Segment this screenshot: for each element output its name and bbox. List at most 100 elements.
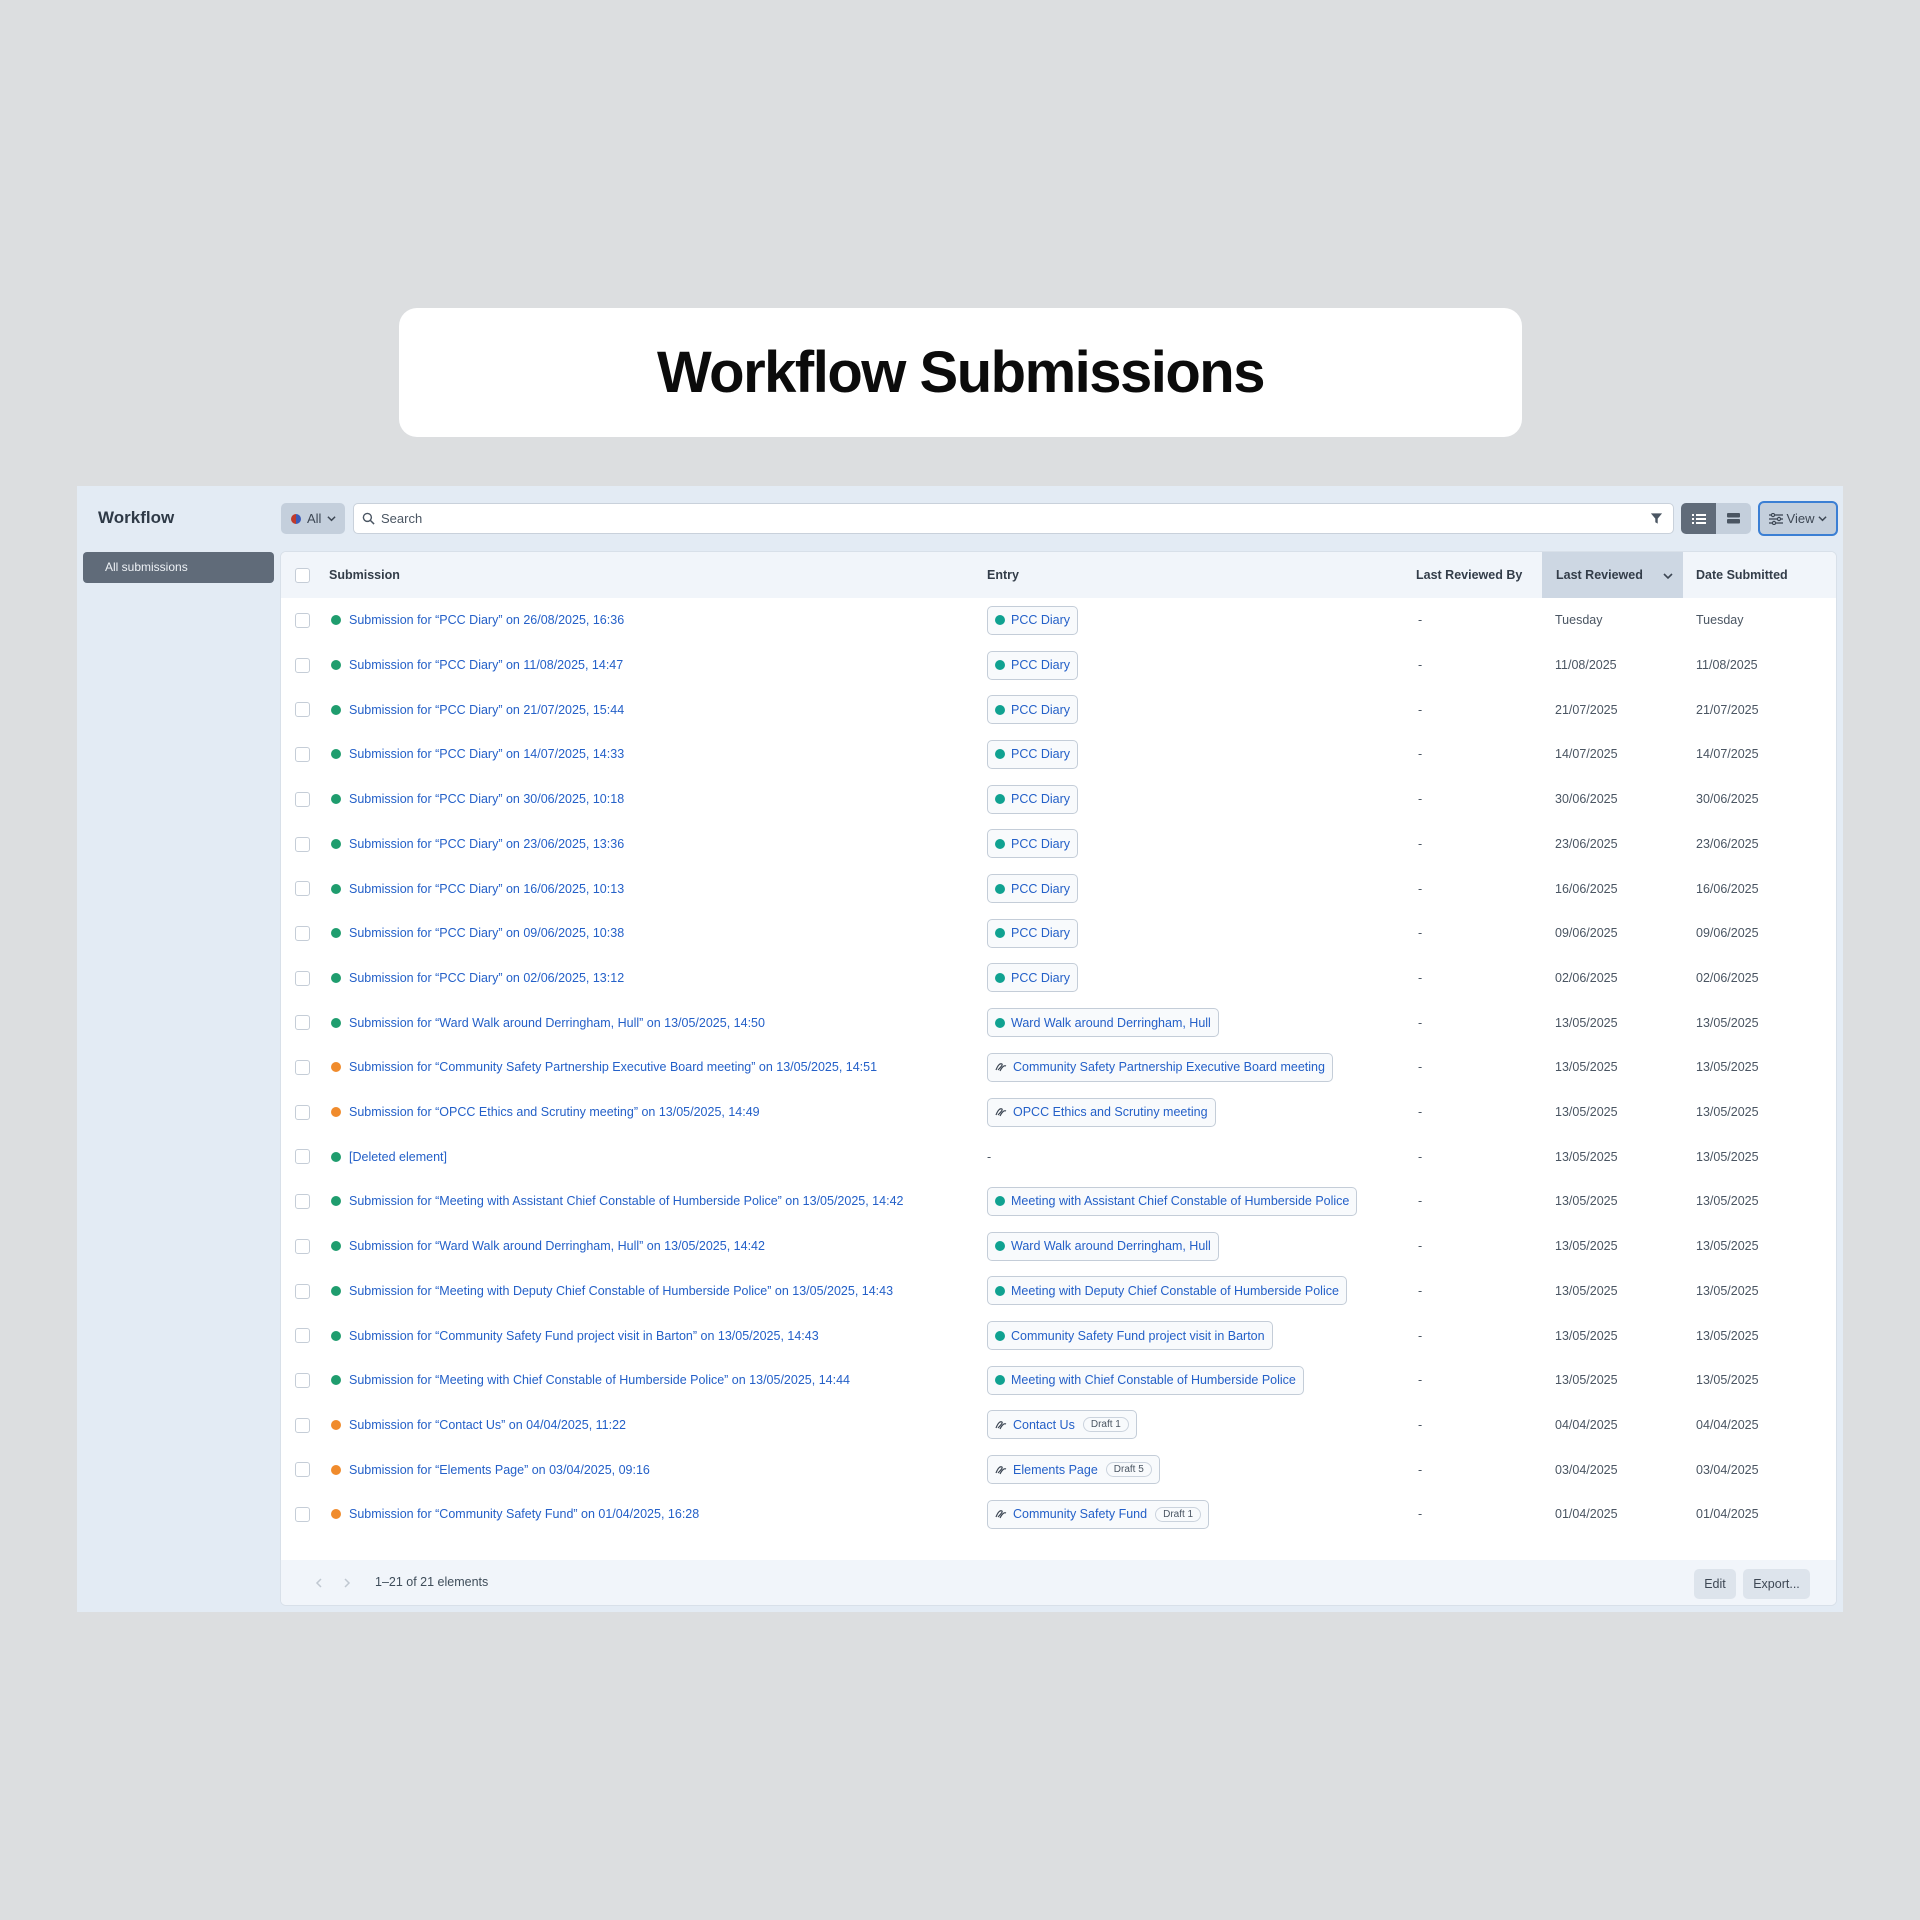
row-checkbox[interactable] bbox=[295, 970, 310, 986]
row-checkbox[interactable] bbox=[295, 1328, 310, 1344]
table-row[interactable]: Submission for “Community Safety Partner… bbox=[281, 1045, 1836, 1090]
submission-link[interactable]: Submission for “PCC Diary” on 23/06/2025… bbox=[349, 837, 624, 851]
entry-chip[interactable]: Ward Walk around Derringham, Hull bbox=[987, 1231, 1219, 1261]
table-row[interactable]: Submission for “Ward Walk around Derring… bbox=[281, 1224, 1836, 1269]
table-row[interactable]: Submission for “PCC Diary” on 30/06/2025… bbox=[281, 777, 1836, 822]
row-checkbox[interactable] bbox=[295, 657, 310, 673]
table-row[interactable]: Submission for “PCC Diary” on 02/06/2025… bbox=[281, 956, 1836, 1001]
table-view-button[interactable] bbox=[1716, 503, 1751, 534]
row-checkbox[interactable] bbox=[295, 1507, 310, 1522]
chevron-left-icon[interactable] bbox=[315, 1577, 323, 1588]
view-options-button[interactable]: View bbox=[1758, 501, 1838, 536]
column-header-last-reviewed-by[interactable]: Last Reviewed By bbox=[1416, 552, 1522, 598]
entry-chip[interactable]: Ward Walk around Derringham, Hull bbox=[987, 1008, 1219, 1038]
entry-chip[interactable]: Community Safety Partnership Executive B… bbox=[987, 1052, 1333, 1082]
table-row[interactable]: Submission for “Meeting with Deputy Chie… bbox=[281, 1269, 1836, 1314]
submission-link[interactable]: Submission for “Community Safety Fund” o… bbox=[349, 1507, 699, 1521]
table-row[interactable]: Submission for “PCC Diary” on 21/07/2025… bbox=[281, 687, 1836, 732]
entry-chip[interactable]: Meeting with Deputy Chief Constable of H… bbox=[987, 1276, 1347, 1306]
chevron-right-icon[interactable] bbox=[343, 1577, 351, 1588]
row-checkbox[interactable] bbox=[295, 1194, 310, 1210]
entry-chip[interactable]: PCC Diary bbox=[987, 650, 1079, 680]
entry-chip[interactable]: PCC Diary bbox=[987, 963, 1079, 993]
submission-link[interactable]: [Deleted element] bbox=[349, 1150, 447, 1164]
table-row[interactable]: Submission for “OPCC Ethics and Scrutiny… bbox=[281, 1090, 1836, 1135]
table-row[interactable]: Submission for “Meeting with Chief Const… bbox=[281, 1358, 1836, 1403]
submission-link[interactable]: Submission for “PCC Diary” on 21/07/2025… bbox=[349, 703, 624, 717]
submission-link[interactable]: Submission for “Ward Walk around Derring… bbox=[349, 1016, 765, 1030]
column-header-entry[interactable]: Entry bbox=[987, 552, 1019, 598]
entry-chip[interactable]: Contact Us Draft 1 bbox=[987, 1410, 1137, 1440]
entry-chip[interactable]: PCC Diary bbox=[987, 918, 1079, 948]
entry-chip[interactable]: Meeting with Chief Constable of Humbersi… bbox=[987, 1365, 1304, 1395]
row-checkbox[interactable] bbox=[295, 1104, 310, 1120]
submission-link[interactable]: Submission for “PCC Diary” on 14/07/2025… bbox=[349, 747, 624, 761]
entry-chip[interactable]: Elements Page Draft 5 bbox=[987, 1455, 1160, 1485]
select-all-checkbox[interactable] bbox=[295, 568, 310, 583]
row-checkbox[interactable] bbox=[295, 747, 310, 763]
submission-link[interactable]: Submission for “PCC Diary” on 26/08/2025… bbox=[349, 613, 624, 627]
row-checkbox[interactable] bbox=[295, 1417, 310, 1433]
row-checkbox[interactable] bbox=[295, 1060, 310, 1075]
search-input[interactable] bbox=[381, 511, 1650, 526]
row-checkbox[interactable] bbox=[295, 1283, 310, 1299]
row-checkbox[interactable] bbox=[295, 702, 310, 718]
row-checkbox[interactable] bbox=[295, 1238, 310, 1254]
column-header-last-reviewed[interactable]: Last Reviewed bbox=[1542, 552, 1683, 598]
table-row[interactable]: Submission for “Community Safety Fund pr… bbox=[281, 1313, 1836, 1358]
table-row[interactable]: Submission for “PCC Diary” on 09/06/2025… bbox=[281, 911, 1836, 956]
submission-link[interactable]: Submission for “PCC Diary” on 30/06/2025… bbox=[349, 792, 624, 806]
submission-link[interactable]: Submission for “PCC Diary” on 02/06/2025… bbox=[349, 971, 624, 985]
filter-icon[interactable] bbox=[1650, 512, 1663, 525]
table-row[interactable]: Submission for “PCC Diary” on 11/08/2025… bbox=[281, 643, 1836, 688]
table-row[interactable]: [Deleted element] - - 13/05/2025 13/05/2025 bbox=[281, 1134, 1836, 1179]
submission-link[interactable]: Submission for “Meeting with Assistant C… bbox=[349, 1194, 903, 1208]
entry-chip[interactable]: PCC Diary bbox=[987, 784, 1079, 814]
row-checkbox[interactable] bbox=[295, 1015, 310, 1031]
row-checkbox[interactable] bbox=[295, 925, 310, 941]
entry-chip[interactable]: PCC Diary bbox=[987, 739, 1079, 769]
submission-link[interactable]: Submission for “Meeting with Deputy Chie… bbox=[349, 1284, 893, 1298]
submission-link[interactable]: Submission for “PCC Diary” on 11/08/2025… bbox=[349, 658, 623, 672]
table-row[interactable]: Submission for “PCC Diary” on 26/08/2025… bbox=[281, 598, 1836, 643]
entry-chip[interactable]: Meeting with Assistant Chief Constable o… bbox=[987, 1186, 1358, 1216]
column-header-submission[interactable]: Submission bbox=[329, 552, 400, 598]
row-checkbox[interactable] bbox=[295, 1372, 310, 1388]
entry-chip[interactable]: PCC Diary bbox=[987, 695, 1079, 725]
submission-link[interactable]: Submission for “Ward Walk around Derring… bbox=[349, 1239, 765, 1253]
sidebar-item-all-submissions[interactable]: All submissions bbox=[83, 552, 274, 583]
row-checkbox[interactable] bbox=[295, 1149, 310, 1165]
submission-link[interactable]: Submission for “Community Safety Partner… bbox=[349, 1060, 877, 1074]
row-checkbox[interactable] bbox=[295, 613, 310, 628]
submission-link[interactable]: Submission for “OPCC Ethics and Scrutiny… bbox=[349, 1105, 760, 1119]
entry-chip[interactable]: PCC Diary bbox=[987, 605, 1079, 635]
submission-link[interactable]: Submission for “PCC Diary” on 16/06/2025… bbox=[349, 882, 624, 896]
entry-chip[interactable]: PCC Diary bbox=[987, 829, 1079, 859]
table-row[interactable]: Submission for “Meeting with Assistant C… bbox=[281, 1179, 1836, 1224]
submission-link[interactable]: Submission for “Elements Page” on 03/04/… bbox=[349, 1463, 650, 1477]
row-checkbox[interactable] bbox=[295, 1462, 310, 1478]
export-button[interactable]: Export... bbox=[1743, 1569, 1810, 1599]
submission-link[interactable]: Submission for “Meeting with Chief Const… bbox=[349, 1373, 850, 1387]
entry-chip[interactable]: PCC Diary bbox=[987, 874, 1079, 904]
edit-button[interactable]: Edit bbox=[1694, 1569, 1736, 1599]
row-checkbox[interactable] bbox=[295, 881, 310, 897]
table-row[interactable]: Submission for “PCC Diary” on 14/07/2025… bbox=[281, 732, 1836, 777]
row-checkbox[interactable] bbox=[295, 836, 310, 852]
entry-chip[interactable]: OPCC Ethics and Scrutiny meeting bbox=[987, 1097, 1216, 1127]
table-row[interactable]: Submission for “Ward Walk around Derring… bbox=[281, 1000, 1836, 1045]
column-header-date-submitted[interactable]: Date Submitted bbox=[1696, 552, 1788, 598]
list-view-button[interactable] bbox=[1681, 503, 1716, 534]
entry-chip[interactable]: Community Safety Fund Draft 1 bbox=[987, 1499, 1210, 1529]
status-filter-button[interactable]: All bbox=[281, 503, 345, 534]
table-row[interactable]: Submission for “PCC Diary” on 23/06/2025… bbox=[281, 822, 1836, 867]
table-row[interactable]: Submission for “PCC Diary” on 16/06/2025… bbox=[281, 866, 1836, 911]
submission-link[interactable]: Submission for “PCC Diary” on 09/06/2025… bbox=[349, 926, 624, 940]
table-row[interactable]: Submission for “Contact Us” on 04/04/202… bbox=[281, 1403, 1836, 1448]
submission-link[interactable]: Submission for “Community Safety Fund pr… bbox=[349, 1329, 819, 1343]
row-checkbox[interactable] bbox=[295, 791, 310, 807]
table-row[interactable]: Submission for “Community Safety Fund” o… bbox=[281, 1492, 1836, 1537]
submission-link[interactable]: Submission for “Contact Us” on 04/04/202… bbox=[349, 1418, 626, 1432]
entry-chip[interactable]: Community Safety Fund project visit in B… bbox=[987, 1321, 1273, 1351]
table-row[interactable]: Submission for “Elements Page” on 03/04/… bbox=[281, 1447, 1836, 1492]
